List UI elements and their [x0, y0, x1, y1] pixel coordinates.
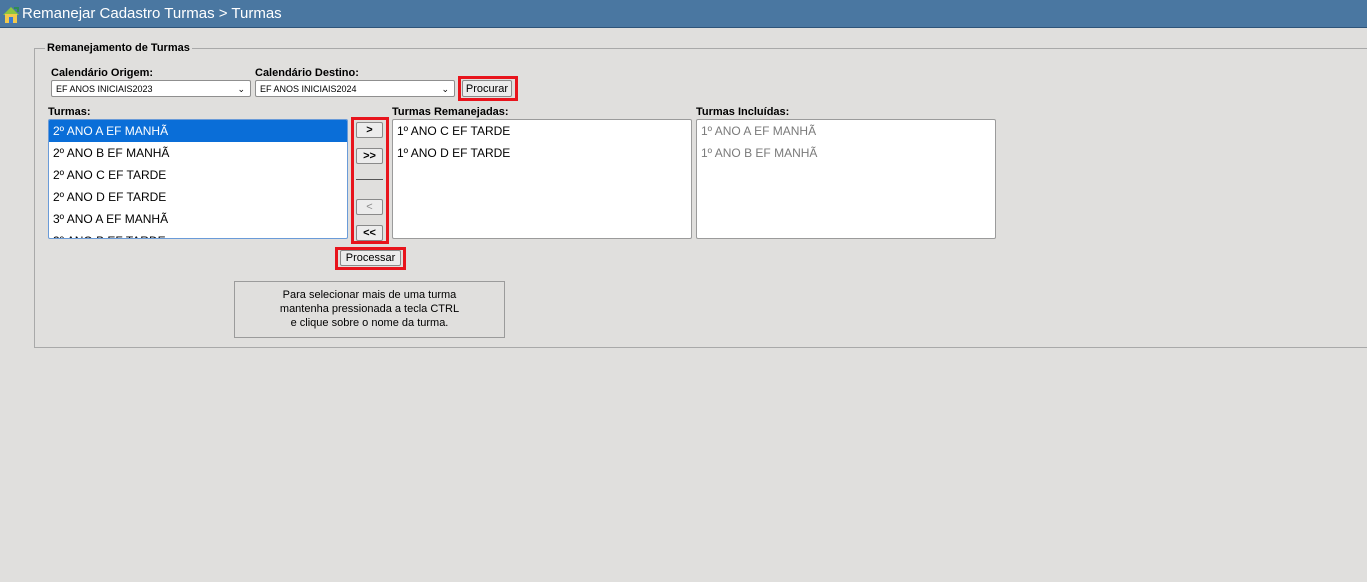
turmas-incluidas-label: Turmas Incluídas:: [696, 106, 790, 118]
procurar-button[interactable]: Procurar: [462, 80, 512, 97]
calendario-destino-label: Calendário Destino:: [255, 67, 359, 79]
title-bar: Remanejar Cadastro Turmas > Turmas: [0, 0, 1367, 28]
list-item[interactable]: 2º ANO A EF MANHÃ: [49, 120, 347, 142]
calendario-destino-select[interactable]: EF ANOS INICIAIS2024 ⌄: [255, 80, 455, 97]
calendario-destino-value: EF ANOS INICIAIS2024: [260, 84, 357, 94]
turmas-label: Turmas:: [48, 106, 91, 118]
processar-button[interactable]: Processar: [340, 250, 401, 266]
calendario-origem-value: EF ANOS INICIAIS2023: [56, 84, 153, 94]
list-item: 1º ANO B EF MANHÃ: [701, 146, 818, 160]
fieldset-legend: Remanejamento de Turmas: [47, 42, 190, 54]
house-arrow-icon: [3, 7, 19, 23]
list-item[interactable]: 2º ANO D EF TARDE: [49, 186, 347, 208]
calendario-origem-label: Calendário Origem:: [51, 67, 154, 79]
turmas-remanejadas-listbox[interactable]: 1º ANO C EF TARDE 1º ANO D EF TARDE: [392, 119, 692, 239]
page-title: Remanejar Cadastro Turmas > Turmas: [22, 5, 282, 22]
button-divider: [356, 179, 383, 180]
turmas-remanejadas-label: Turmas Remanejadas:: [392, 106, 509, 118]
remove-all-button[interactable]: <<: [356, 225, 383, 241]
turmas-incluidas-listbox: 1º ANO A EF MANHÃ 1º ANO B EF MANHÃ: [696, 119, 996, 239]
remove-one-button[interactable]: <: [356, 199, 383, 215]
list-item[interactable]: 2º ANO C EF TARDE: [49, 164, 347, 186]
move-one-button[interactable]: >: [356, 122, 383, 138]
list-item[interactable]: 2º ANO B EF MANHÃ: [49, 142, 347, 164]
list-item[interactable]: 1º ANO C EF TARDE: [393, 120, 691, 142]
list-item[interactable]: 3º ANO B EF TARDE: [49, 230, 347, 238]
chevron-down-icon: ⌄: [237, 84, 245, 94]
move-all-button[interactable]: >>: [356, 148, 383, 164]
turmas-listbox[interactable]: 2º ANO A EF MANHÃ 2º ANO B EF MANHÃ 2º A…: [48, 119, 348, 239]
info-line: Para selecionar mais de uma turma: [282, 289, 457, 301]
list-item[interactable]: 3º ANO A EF MANHÃ: [49, 208, 347, 230]
info-line: e clique sobre o nome da turma.: [290, 317, 449, 329]
chevron-down-icon: ⌄: [441, 84, 449, 94]
list-item[interactable]: 1º ANO D EF TARDE: [393, 142, 691, 164]
info-box: Para selecionar mais de uma turma manten…: [234, 281, 505, 338]
calendario-origem-select[interactable]: EF ANOS INICIAIS2023 ⌄: [51, 80, 251, 97]
info-line: mantenha pressionada a tecla CTRL: [279, 303, 460, 315]
list-item: 1º ANO A EF MANHÃ: [701, 124, 817, 138]
